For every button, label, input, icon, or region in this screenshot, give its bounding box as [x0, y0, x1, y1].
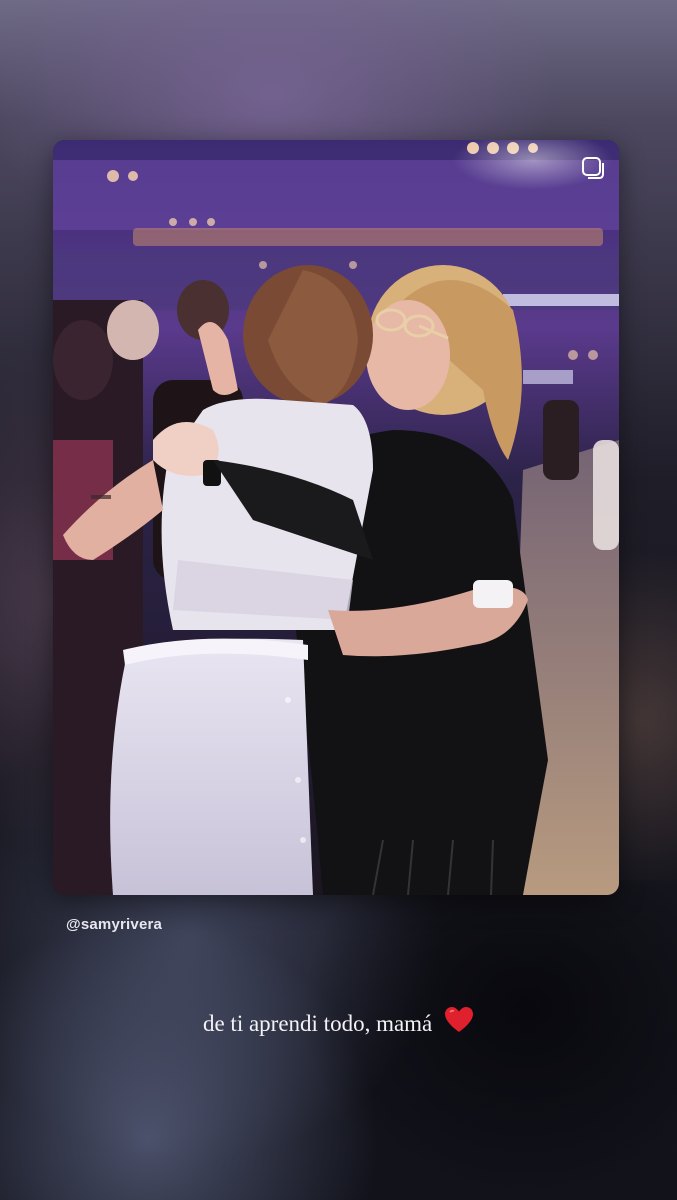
concert-photo — [53, 140, 619, 895]
background-shadow — [300, 880, 677, 1200]
story-caption: de ti aprendi todo, mamá — [0, 1006, 677, 1040]
red-heart-icon — [444, 1006, 474, 1040]
gallery-icon — [582, 157, 604, 179]
caption-text: de ti aprendi todo, mamá — [202, 1011, 433, 1036]
shared-post-photo[interactable] — [53, 140, 619, 895]
post-author-handle[interactable]: @samyrivera — [66, 916, 162, 933]
